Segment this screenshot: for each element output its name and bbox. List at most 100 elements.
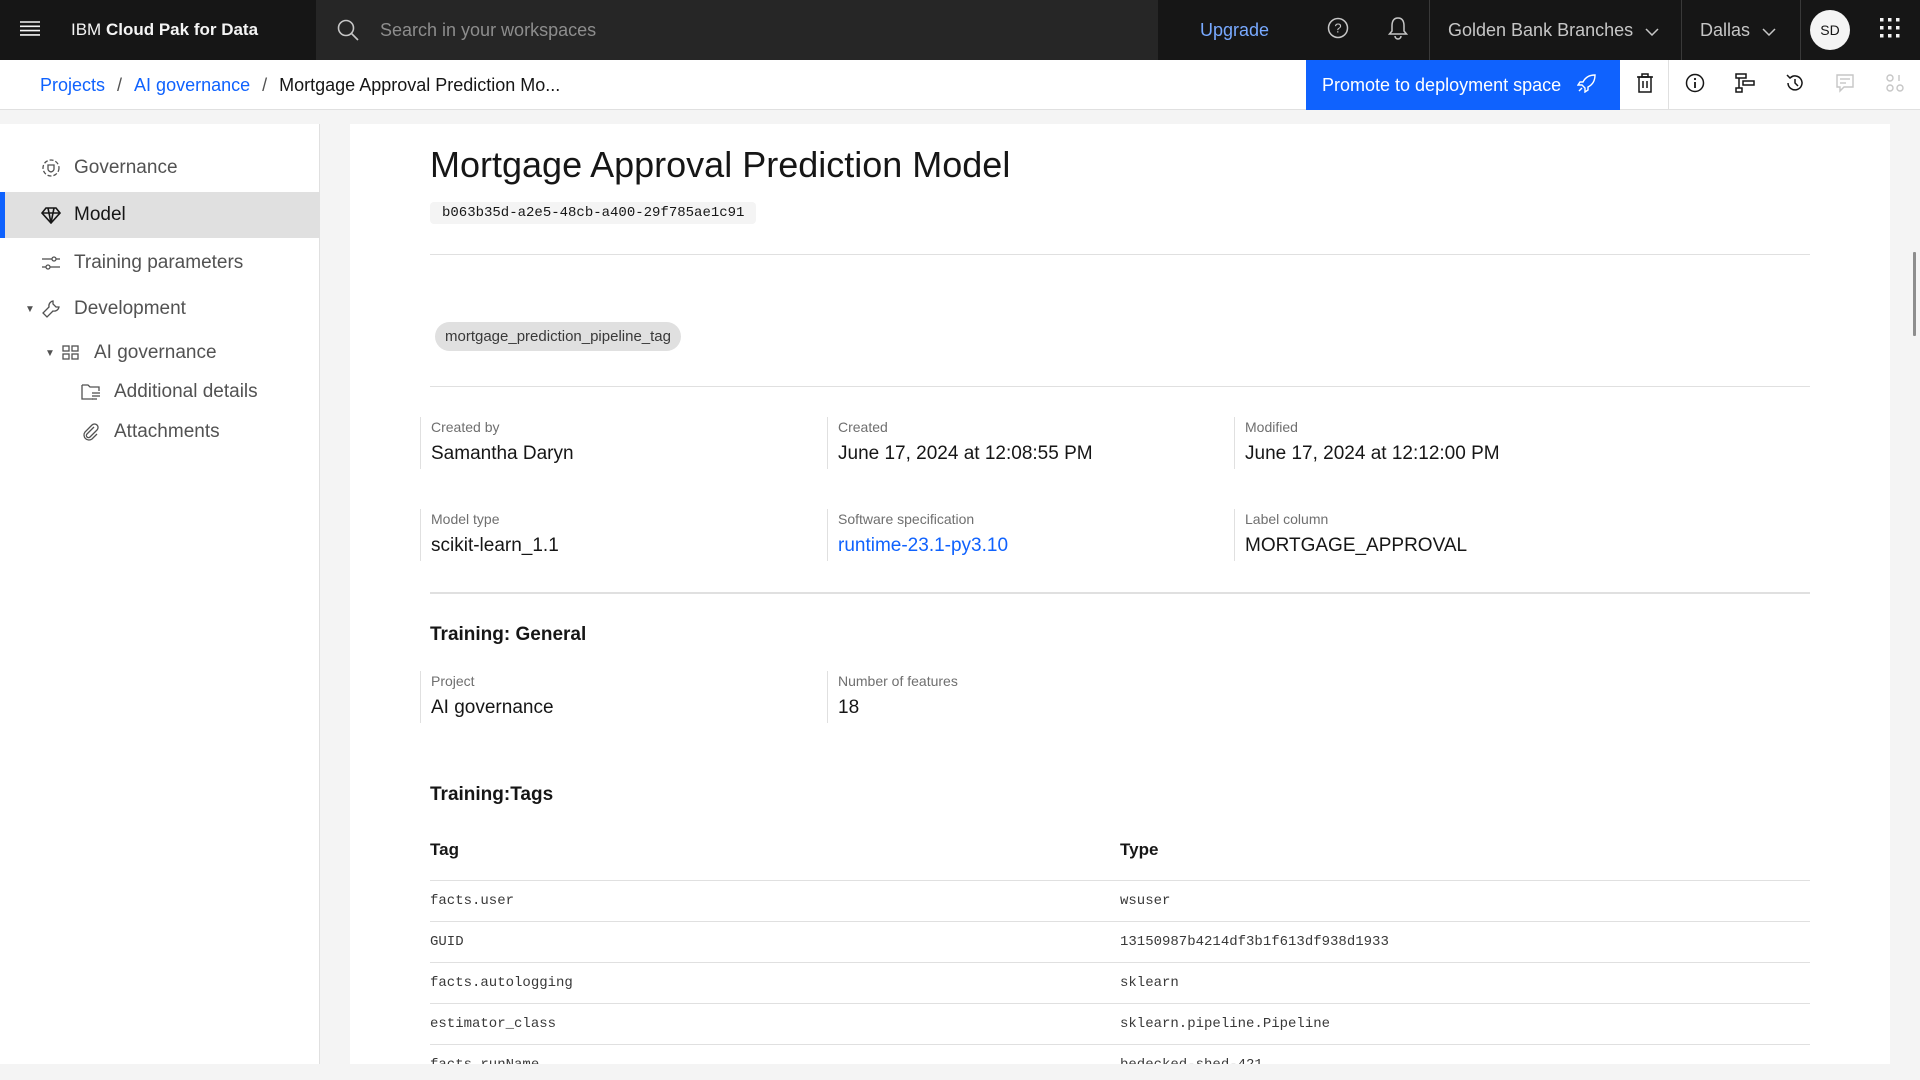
sidebar-item-additional-details[interactable]: Additional details — [0, 372, 319, 412]
page-bottom-edge — [0, 1064, 1920, 1080]
promote-label: Promote to deployment space — [1322, 74, 1562, 95]
table-row: facts.autologging sklearn — [430, 963, 1810, 1004]
search-input[interactable] — [380, 19, 1080, 41]
sidebar-item-label: Model — [74, 204, 126, 225]
column-header-tag[interactable]: Tag — [430, 840, 459, 860]
field-created-by: Created by Samantha Daryn — [420, 417, 820, 469]
sidebar-item-governance[interactable]: Governance — [0, 145, 319, 191]
tag-chip[interactable]: mortgage_prediction_pipeline_tag — [435, 322, 681, 351]
model-icon — [1885, 73, 1905, 98]
breadcrumb-current: Mortgage Approval Prediction Mo... — [279, 74, 561, 95]
history-button[interactable] — [1770, 60, 1820, 110]
sidebar-item-label: Governance — [74, 157, 178, 178]
search-icon — [316, 0, 380, 60]
cell-type: 13150987b4214df3b1f613df938d1933 — [1120, 934, 1389, 950]
delete-button[interactable] — [1620, 60, 1670, 110]
comments-button[interactable] — [1820, 60, 1870, 110]
model-details-button[interactable] — [1870, 60, 1920, 110]
promote-to-deployment-space-button[interactable]: Promote to deployment space — [1306, 60, 1620, 110]
cell-tag: facts.autologging — [430, 975, 573, 991]
delete-icon — [1636, 72, 1654, 98]
table-row: GUID 13150987b4214df3b1f613df938d1933 — [430, 922, 1810, 963]
information-icon — [1685, 73, 1705, 98]
cell-tag: facts.runName — [430, 1057, 539, 1064]
column-header-type[interactable]: Type — [1120, 840, 1158, 860]
field-label: Software specification — [838, 511, 975, 527]
history-icon — [1785, 73, 1805, 98]
sidebar-item-label: Attachments — [114, 421, 220, 442]
help-icon: ? — [1327, 17, 1349, 44]
header-divider — [1429, 0, 1430, 60]
svg-text:?: ? — [1334, 20, 1341, 35]
section-heading-training-tags: Training:Tags — [430, 784, 554, 805]
cell-type: bedecked-shed-421 — [1120, 1057, 1263, 1064]
page-title: Mortgage Approval Prediction Model — [430, 144, 1011, 185]
rocket-icon — [1576, 73, 1597, 98]
region-name: Dallas — [1700, 19, 1751, 40]
sidebar-item-label: Development — [74, 298, 186, 319]
field-value: AI governance — [431, 697, 554, 718]
field-label: Modified — [1245, 419, 1298, 435]
sidebar-item-training-parameters[interactable]: Training parameters — [0, 240, 319, 286]
field-model-type: Model type scikit-learn_1.1 — [420, 509, 820, 561]
menu-icon — [20, 20, 40, 41]
toolbar-divider — [1668, 60, 1669, 110]
global-search[interactable] — [316, 0, 1158, 60]
breadcrumb-ai-governance[interactable]: AI governance — [134, 75, 250, 96]
breadcrumb-projects[interactable]: Projects — [40, 75, 105, 96]
field-project: Project AI governance — [420, 671, 820, 723]
information-button[interactable] — [1670, 60, 1720, 110]
sidebar-item-model[interactable]: Model — [0, 192, 319, 238]
notifications-button[interactable] — [1368, 0, 1428, 60]
divider — [430, 254, 1810, 255]
model-details-panel: Mortgage Approval Prediction Model b063b… — [350, 124, 1890, 1064]
cell-tag: GUID — [430, 934, 464, 950]
folder-details-icon — [80, 381, 102, 403]
model-id: b063b35d-a2e5-48cb-a400-29f785ae1c91 — [430, 202, 757, 224]
product-name[interactable]: IBM Cloud Pak for Data — [71, 0, 258, 60]
comment-icon — [1835, 73, 1855, 98]
grid-icon — [60, 342, 82, 364]
sidebar-item-ai-governance[interactable]: ▼ AI governance — [0, 330, 319, 376]
software-specification-link[interactable]: runtime-23.1-py3.10 — [838, 535, 1227, 557]
app-switcher-icon — [1880, 17, 1900, 43]
menu-button[interactable] — [0, 0, 60, 60]
app-switcher-button[interactable] — [1860, 0, 1920, 60]
field-label: Label column — [1245, 511, 1329, 527]
top-header: IBM Cloud Pak for Data Upgrade ? Golden … — [0, 0, 1920, 60]
table-row: estimator_class sklearn.pipeline.Pipelin… — [430, 1004, 1810, 1045]
field-value: MORTGAGE_APPROVAL — [1245, 535, 1468, 556]
attachment-icon — [80, 421, 102, 443]
cell-type: sklearn — [1120, 975, 1179, 991]
sidebar-item-label: AI governance — [94, 342, 217, 363]
header-divider — [1681, 0, 1682, 60]
breadcrumb-separator: / — [262, 74, 268, 95]
help-button[interactable]: ? — [1308, 0, 1368, 60]
divider — [430, 592, 1810, 594]
sidebar-item-attachments[interactable]: Attachments — [0, 412, 319, 452]
chevron-down-icon — [1645, 20, 1659, 41]
caret-down-icon[interactable]: ▼ — [44, 348, 56, 359]
field-number-of-features: Number of features 18 — [827, 671, 1227, 723]
page-scrollbar[interactable] — [1913, 252, 1916, 336]
field-label-column: Label column MORTGAGE_APPROVAL — [1234, 509, 1634, 561]
diamond-icon — [40, 204, 62, 226]
upgrade-link[interactable]: Upgrade — [1182, 0, 1287, 60]
field-label: Project — [431, 673, 475, 689]
field-software-specification: Software specification runtime-23.1-py3.… — [827, 509, 1227, 561]
sidebar: Governance Model Training parameters ▼ D… — [0, 124, 320, 1064]
brand-prefix: IBM — [71, 20, 102, 39]
cell-type: wsuser — [1120, 893, 1171, 909]
caret-down-icon[interactable]: ▼ — [24, 304, 36, 315]
avatar[interactable]: SD — [1810, 10, 1850, 50]
sidebar-item-label: Training parameters — [74, 252, 244, 273]
region-dropdown[interactable]: Dallas — [1700, 0, 1776, 60]
sidebar-item-development[interactable]: ▼ Development — [0, 286, 319, 332]
field-label: Created by — [431, 419, 500, 435]
field-value: Samantha Daryn — [431, 443, 574, 464]
header-divider — [1800, 0, 1801, 60]
lineage-button[interactable] — [1720, 60, 1770, 110]
account-dropdown[interactable]: Golden Bank Branches — [1448, 0, 1659, 60]
field-value: 18 — [838, 697, 860, 718]
field-value: June 17, 2024 at 12:12:00 PM — [1245, 443, 1500, 464]
